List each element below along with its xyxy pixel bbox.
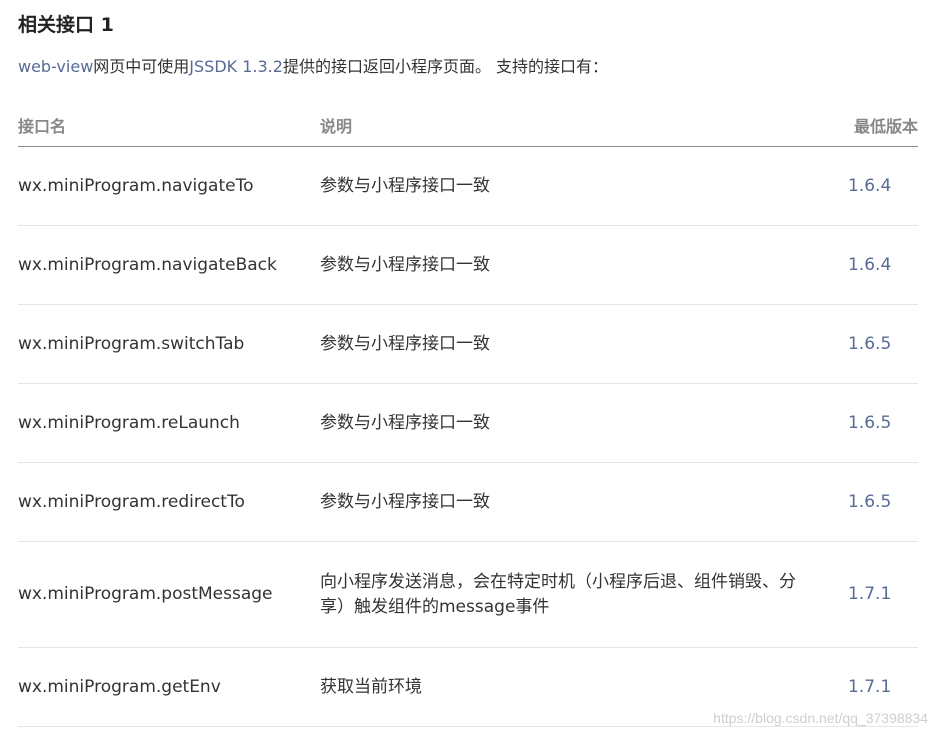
watermark: https://blog.csdn.net/qq_37398834 — [713, 710, 928, 726]
table-header-row: 接口名 说明 最低版本 — [18, 103, 918, 147]
header-min-version: 最低版本 — [848, 103, 918, 147]
table-row: wx.miniProgram.postMessage 向小程序发送消息，会在特定… — [18, 541, 918, 648]
table-row: wx.miniProgram.reLaunch 参数与小程序接口一致 1.6.5 — [18, 383, 918, 463]
description-cell: 参数与小程序接口一致 — [320, 146, 848, 226]
api-name-cell: wx.miniProgram.postMessage — [18, 541, 320, 648]
web-view-link[interactable]: web-view — [18, 57, 93, 76]
version-cell: 1.6.4 — [848, 225, 918, 305]
header-description: 说明 — [320, 103, 848, 147]
version-cell: 1.6.4 — [848, 146, 918, 226]
jssdk-link[interactable]: JSSDK 1.3.2 — [189, 57, 283, 76]
description-cell: 参数与小程序接口一致 — [320, 304, 848, 384]
api-name-cell: wx.miniProgram.switchTab — [18, 304, 320, 384]
header-api-name: 接口名 — [18, 103, 320, 147]
api-name-cell: wx.miniProgram.navigateTo — [18, 146, 320, 226]
intro-text-2: 提供的接口返回小程序页面。 支持的接口有： — [282, 57, 609, 76]
description-cell: 参数与小程序接口一致 — [320, 462, 848, 542]
table-row: wx.miniProgram.navigateTo 参数与小程序接口一致 1.6… — [18, 146, 918, 226]
table-row: wx.miniProgram.navigateBack 参数与小程序接口一致 1… — [18, 225, 918, 305]
api-table: 接口名 说明 最低版本 wx.miniProgram.navigateTo 参数… — [18, 103, 918, 727]
table-row: wx.miniProgram.redirectTo 参数与小程序接口一致 1.6… — [18, 462, 918, 542]
description-cell: 向小程序发送消息，会在特定时机（小程序后退、组件销毁、分享）触发组件的messa… — [320, 541, 848, 648]
intro-paragraph: web-view网页中可使用JSSDK 1.3.2提供的接口返回小程序页面。 支… — [18, 53, 608, 77]
description-cell: 参数与小程序接口一致 — [320, 383, 848, 463]
version-cell: 1.6.5 — [848, 304, 918, 384]
version-cell: 1.6.5 — [848, 383, 918, 463]
api-name-cell: wx.miniProgram.redirectTo — [18, 462, 320, 542]
intro-text-1: 网页中可使用 — [93, 57, 190, 76]
description-cell: 参数与小程序接口一致 — [320, 225, 848, 305]
api-name-cell: wx.miniProgram.navigateBack — [18, 225, 320, 305]
version-cell: 1.6.5 — [848, 462, 918, 542]
api-name-cell: wx.miniProgram.getEnv — [18, 647, 320, 727]
api-name-cell: wx.miniProgram.reLaunch — [18, 383, 320, 463]
table-row: wx.miniProgram.switchTab 参数与小程序接口一致 1.6.… — [18, 304, 918, 384]
section-heading: 相关接口 1 — [18, 14, 114, 36]
version-cell: 1.7.1 — [848, 541, 918, 648]
